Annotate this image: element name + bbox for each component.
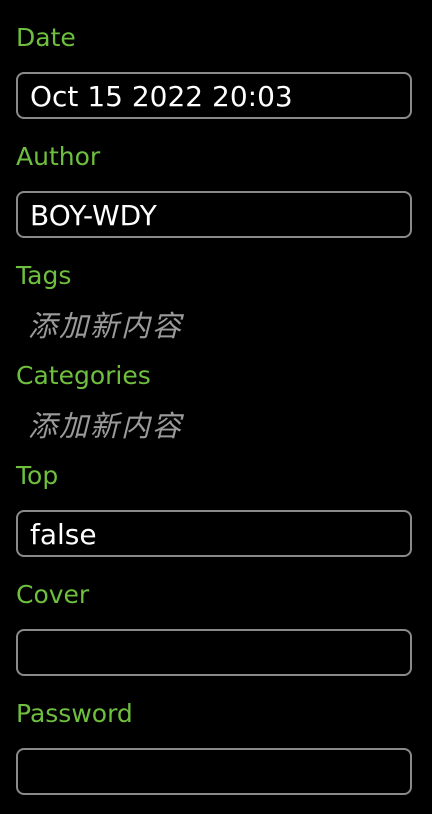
date-field[interactable]: Oct 15 2022 20:03 bbox=[16, 72, 412, 119]
password-label: Password bbox=[16, 699, 133, 728]
add-tag-button[interactable]: 添加新内容 bbox=[28, 308, 183, 344]
categories-label: Categories bbox=[16, 361, 151, 390]
cover-field[interactable] bbox=[16, 629, 412, 676]
top-field-value: false bbox=[30, 518, 97, 551]
date-label: Date bbox=[16, 23, 76, 52]
author-field-value: BOY-WDY bbox=[30, 199, 157, 232]
top-field[interactable]: false bbox=[16, 510, 412, 557]
author-field[interactable]: BOY-WDY bbox=[16, 191, 412, 238]
date-field-value: Oct 15 2022 20:03 bbox=[30, 80, 293, 113]
add-category-button[interactable]: 添加新内容 bbox=[28, 408, 183, 444]
cover-label: Cover bbox=[16, 580, 90, 609]
password-field[interactable] bbox=[16, 748, 412, 795]
tags-label: Tags bbox=[16, 261, 72, 290]
top-label: Top bbox=[16, 461, 59, 490]
author-label: Author bbox=[16, 142, 101, 171]
post-metadata-form: Date Oct 15 2022 20:03 Author BOY-WDY Ta… bbox=[0, 0, 432, 814]
